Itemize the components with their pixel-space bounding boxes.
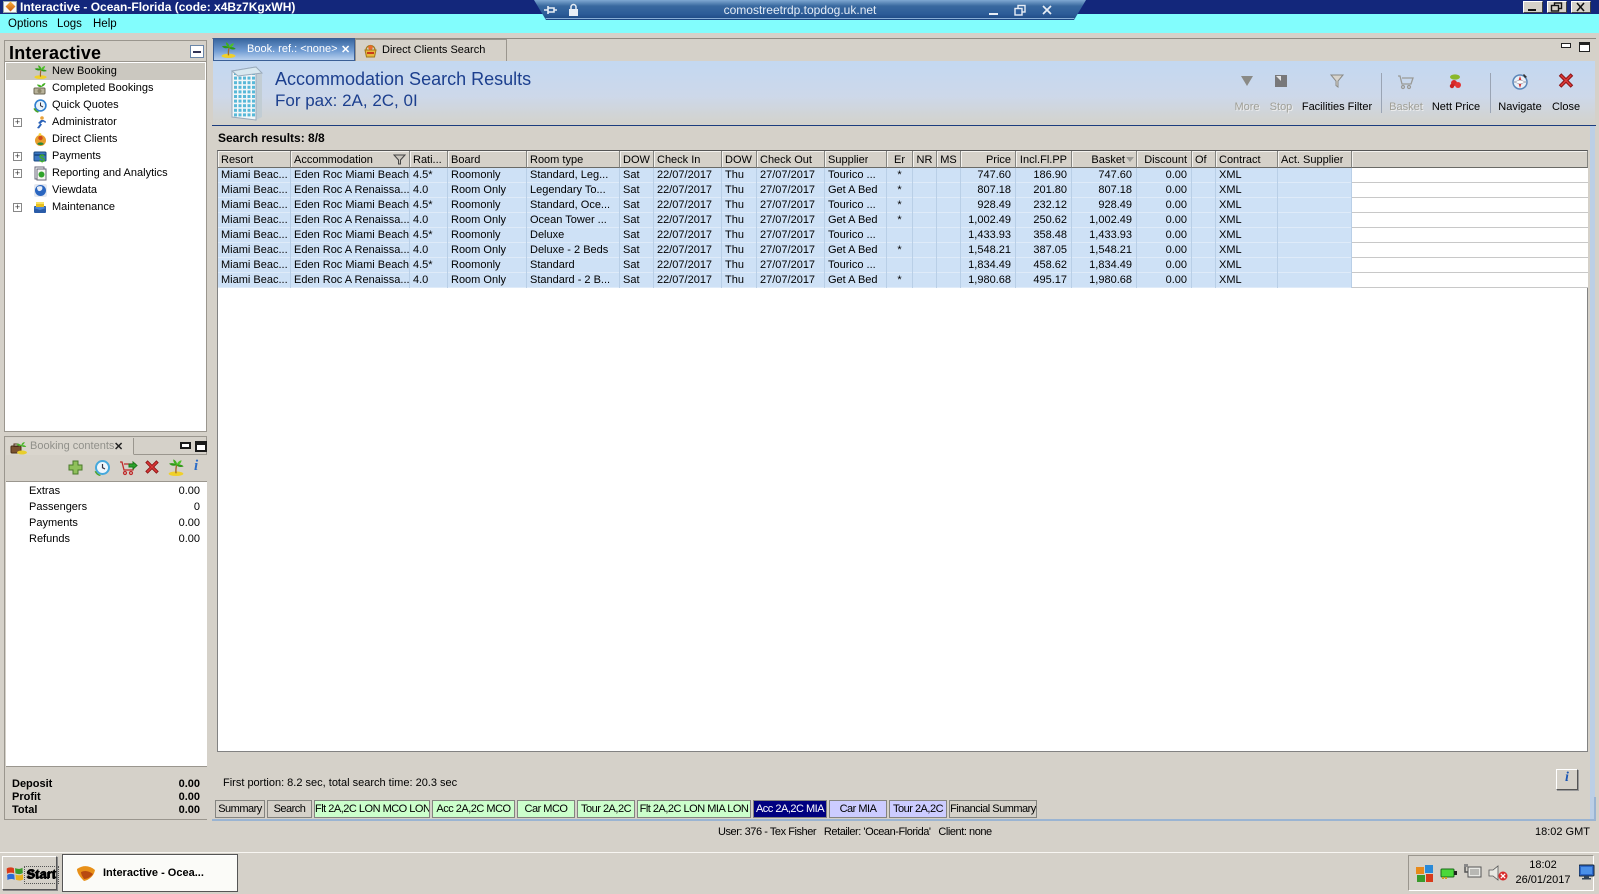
svg-text:$: $	[39, 153, 45, 164]
